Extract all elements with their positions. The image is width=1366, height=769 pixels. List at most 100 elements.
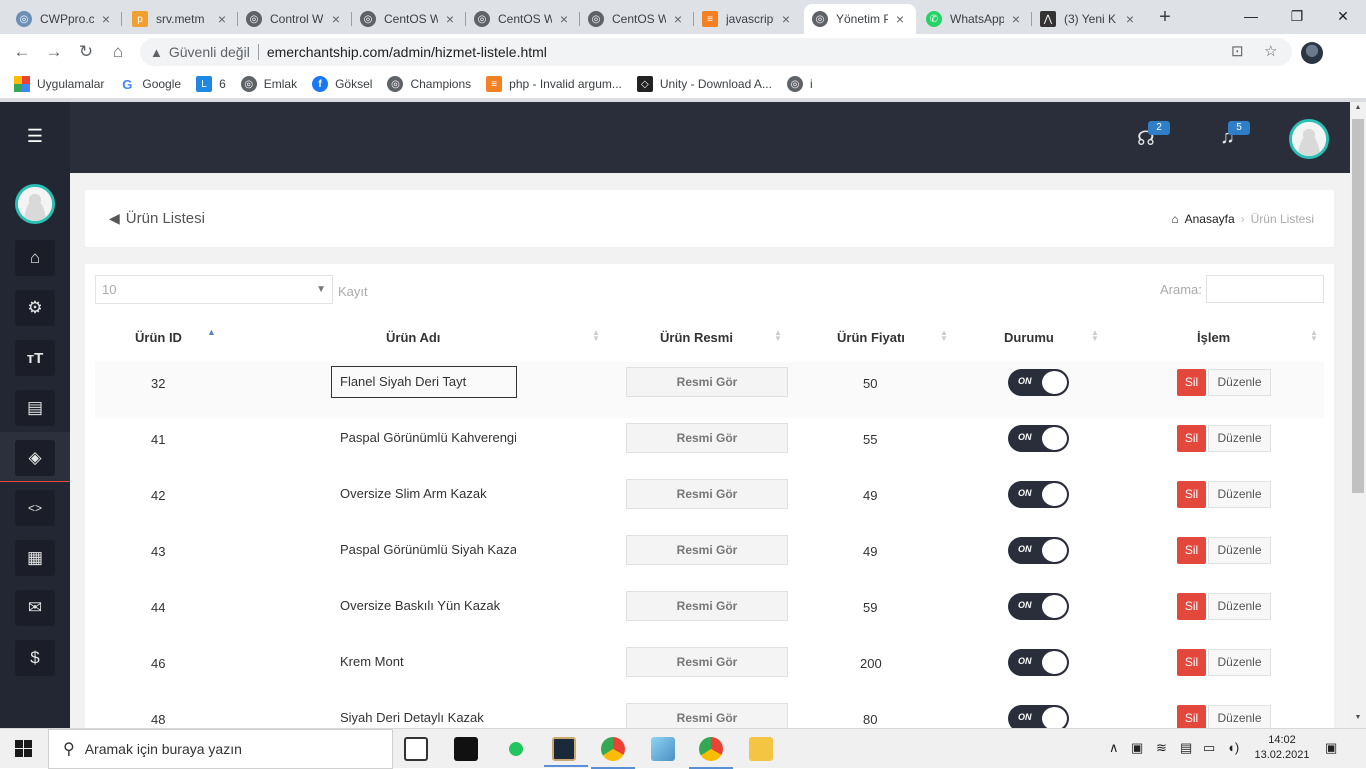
edit-button[interactable]: Düzenle	[1208, 537, 1271, 564]
chrome-icon[interactable]	[591, 737, 635, 769]
view-image-button[interactable]: Resmi Gör	[626, 423, 788, 453]
close-tab-icon[interactable]: ×	[214, 11, 230, 27]
app-window-icon[interactable]	[651, 737, 675, 761]
view-image-button[interactable]: Resmi Gör	[626, 367, 788, 397]
column-header-price[interactable]: Ürün Fiyatı	[837, 330, 905, 345]
view-image-button[interactable]: Resmi Gör	[626, 591, 788, 621]
task-view-icon[interactable]	[404, 737, 428, 761]
close-tab-icon[interactable]: ×	[670, 11, 686, 27]
url-omnibox[interactable]: ▲ Güvenli değil emerchantship.com/admin/…	[140, 38, 1292, 66]
product-name[interactable]: Paspal Görünümlü Kahverengi	[331, 422, 517, 454]
new-tab-button[interactable]: +	[1154, 6, 1176, 28]
bookmark-google[interactable]: G Google	[119, 76, 181, 92]
battery-icon[interactable]: ▭	[1203, 740, 1215, 756]
atom-icon[interactable]	[504, 737, 528, 761]
network-icon[interactable]: ▤	[1180, 740, 1192, 756]
wifi-icon[interactable]: ≋	[1156, 740, 1167, 756]
bookmark-i[interactable]: ◎ i	[786, 76, 813, 92]
windows-start-icon[interactable]	[15, 740, 33, 758]
browser-tab[interactable]: ≡ javascript ×	[694, 4, 802, 34]
scrollbar-thumb[interactable]	[1352, 119, 1364, 493]
terminal-icon[interactable]	[454, 737, 478, 761]
taskbar-search-box[interactable]: ⚲ Aramak için buraya yazın	[48, 729, 393, 769]
column-header-actions[interactable]: İşlem	[1197, 330, 1230, 345]
bookmark-goksel[interactable]: f Göksel	[312, 76, 372, 92]
url-text[interactable]: emerchantship.com/admin/hizmet-listele.h…	[267, 44, 547, 60]
status-toggle[interactable]: ON	[1008, 705, 1069, 728]
minimize-window-button[interactable]: —	[1228, 0, 1274, 34]
column-header-id[interactable]: Ürün ID	[135, 330, 182, 345]
page-length-select[interactable]: 10 ▼	[95, 275, 333, 304]
column-header-image[interactable]: Ürün Resmi	[660, 330, 733, 345]
product-name[interactable]: Oversize Slim Arm Kazak	[331, 478, 517, 510]
delete-button[interactable]: Sil	[1177, 481, 1206, 508]
notification-center-icon[interactable]: ▣	[1325, 740, 1337, 756]
column-header-name[interactable]: Ürün Adı	[386, 330, 440, 345]
close-tab-icon[interactable]: ×	[1122, 11, 1138, 27]
sidebar-item-mail[interactable]: ✉	[15, 590, 55, 626]
browser-tab[interactable]: ◎ Control W ×	[238, 4, 352, 34]
tray-chevron-up-icon[interactable]: ∧	[1109, 740, 1119, 756]
scroll-up-arrow-icon[interactable]: ▲	[1350, 104, 1366, 111]
sidebar-item-home[interactable]: ⌂	[15, 240, 55, 276]
close-tab-icon[interactable]: ×	[892, 11, 908, 27]
column-header-status[interactable]: Durumu	[1004, 330, 1054, 345]
hamburger-menu-icon[interactable]: ☰	[25, 126, 45, 147]
taskbar-clock[interactable]: 14:02 13.02.2021	[1254, 733, 1310, 763]
browser-tab[interactable]: ◎ CentOS W ×	[352, 4, 466, 34]
file-explorer-icon[interactable]	[749, 737, 773, 761]
close-window-button[interactable]: ✕	[1320, 0, 1366, 34]
back-button[interactable]: ←	[10, 40, 34, 64]
delete-button[interactable]: Sil	[1177, 425, 1206, 452]
edit-button[interactable]: Düzenle	[1208, 593, 1271, 620]
sidebar-item-messages[interactable]: ▤	[15, 390, 55, 426]
product-name[interactable]: Krem Mont	[331, 646, 517, 678]
scroll-down-arrow-icon[interactable]: ▼	[1350, 714, 1366, 721]
volume-icon[interactable]: ◖)	[1227, 740, 1239, 755]
league-client-icon[interactable]	[544, 737, 588, 767]
page-scrollbar[interactable]: ▲ ▼	[1350, 102, 1366, 728]
tray-app-icon[interactable]: ▣	[1131, 740, 1143, 756]
sidebar-item-settings[interactable]: ⚙	[15, 290, 55, 326]
browser-tab[interactable]: ⋀ (3) Yeni K ×	[1032, 4, 1146, 34]
browser-tab[interactable]: ◎ CentOS W ×	[466, 4, 580, 34]
sidebar-item-payments[interactable]: $	[15, 640, 55, 676]
bookmark-star-icon[interactable]: ☆	[1264, 42, 1277, 60]
status-toggle[interactable]: ON	[1008, 593, 1069, 620]
product-name[interactable]: Siyah Deri Detaylı Kazak	[331, 702, 517, 728]
bookmark-champions[interactable]: ◎ Champions	[387, 76, 471, 92]
browser-tab[interactable]: ✆ WhatsApp ×	[918, 4, 1032, 34]
close-tab-icon[interactable]: ×	[1008, 11, 1024, 27]
browser-profile-avatar[interactable]	[1301, 42, 1323, 64]
edit-button[interactable]: Düzenle	[1208, 369, 1271, 396]
delete-button[interactable]: Sil	[1177, 593, 1206, 620]
sidebar-item-media[interactable]: ▦	[15, 540, 55, 576]
search-input[interactable]	[1206, 275, 1324, 303]
bookmark-php[interactable]: ≡ php - Invalid argum...	[486, 76, 622, 92]
edit-button[interactable]: Düzenle	[1208, 481, 1271, 508]
restore-window-button[interactable]: ❐	[1274, 0, 1320, 34]
delete-button[interactable]: Sil	[1177, 537, 1206, 564]
reload-button[interactable]: ↻	[74, 40, 98, 64]
browser-tab[interactable]: ◎ CWPpro.c ×	[8, 4, 122, 34]
warning-icon[interactable]: ▲	[150, 45, 163, 60]
browser-tab[interactable]: p srv.metm ×	[124, 4, 238, 34]
sidebar-item-products[interactable]: ◈	[15, 440, 55, 476]
sidebar-item-code[interactable]: <>	[15, 490, 55, 526]
bookmark-apps[interactable]: Uygulamalar	[14, 76, 104, 92]
view-image-button[interactable]: Resmi Gör	[626, 479, 788, 509]
breadcrumb-home-link[interactable]: Anasayfa	[1185, 212, 1235, 226]
browser-tab[interactable]: ◎ CentOS W ×	[580, 4, 694, 34]
bookmark-emlak[interactable]: ◎ Emlak	[240, 76, 297, 92]
bookmark-unity[interactable]: ◇ Unity - Download A...	[636, 76, 772, 92]
forward-button[interactable]: →	[42, 40, 66, 64]
browser-tab-active[interactable]: ◎ Yönetim P ×	[804, 4, 916, 34]
status-toggle[interactable]: ON	[1008, 481, 1069, 508]
status-toggle[interactable]: ON	[1008, 649, 1069, 676]
sidebar-item-typography[interactable]: тT	[15, 340, 55, 376]
user-avatar[interactable]	[1289, 119, 1329, 159]
product-name[interactable]: Paspal Görünümlü Siyah Kazak	[331, 534, 517, 566]
status-toggle[interactable]: ON	[1008, 537, 1069, 564]
status-toggle[interactable]: ON	[1008, 425, 1069, 452]
view-image-button[interactable]: Resmi Gör	[626, 535, 788, 565]
